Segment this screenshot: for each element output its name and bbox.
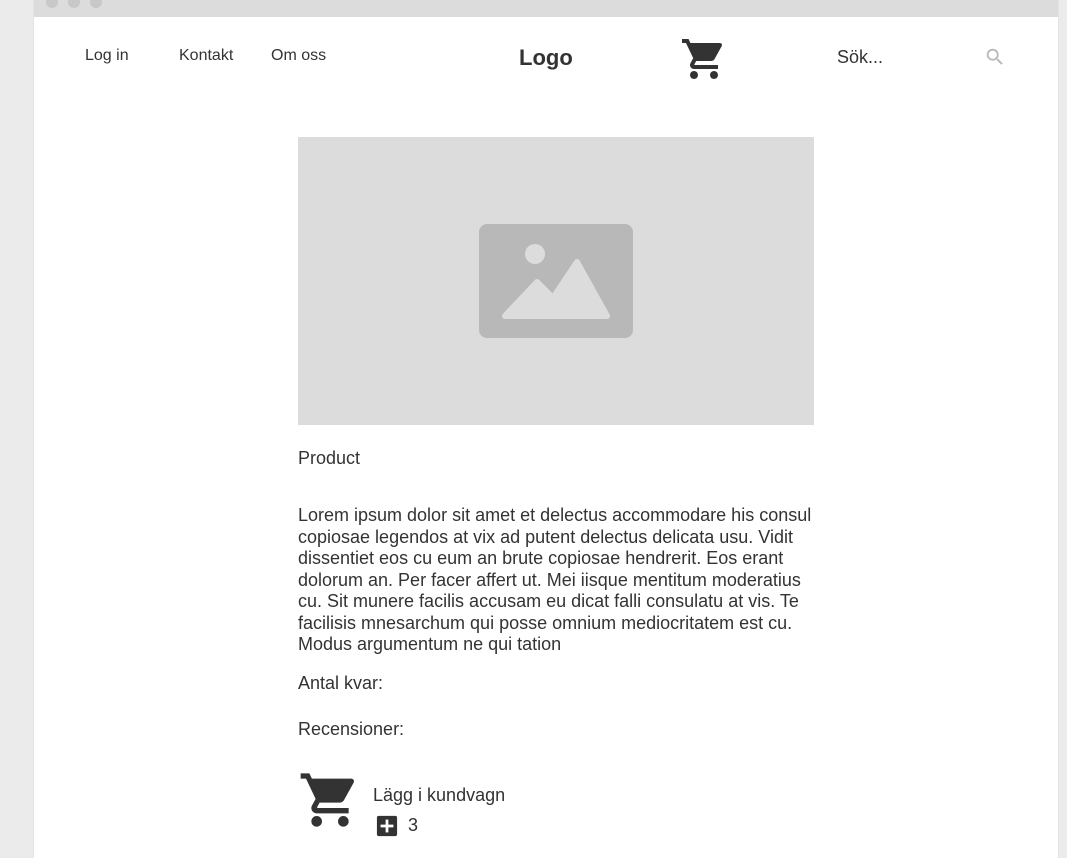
nav-login-link[interactable]: Log in: [85, 47, 129, 65]
product-image: [298, 137, 814, 425]
add-to-cart-button[interactable]: Lägg i kundvagn: [298, 768, 598, 838]
product-title: Product: [298, 448, 361, 468]
add-to-cart-label: Lägg i kundvagn: [373, 785, 506, 805]
window-maximize-button[interactable]: [90, 0, 102, 8]
nav-contact-link[interactable]: Kontakt: [179, 47, 233, 65]
window-close-button[interactable]: [46, 0, 58, 8]
add-to-cart-icon[interactable]: [298, 768, 362, 832]
shopping-cart-icon[interactable]: [680, 35, 728, 83]
window-titlebar: [34, 0, 1058, 17]
stock-label: Antal kvar:: [298, 673, 384, 693]
logo[interactable]: Logo: [519, 45, 573, 71]
reviews-label: Recensioner:: [298, 719, 405, 739]
product-description: Lorem ipsum dolor sit amet et delectus a…: [298, 505, 812, 654]
nav-about-link[interactable]: Om oss: [271, 47, 326, 65]
search-input[interactable]: [831, 43, 977, 71]
plus-icon[interactable]: [376, 815, 398, 837]
quantity-value: 3: [408, 815, 419, 835]
window-minimize-button[interactable]: [68, 0, 80, 8]
browser-window: Log in Kontakt Om oss Logo Product Lorem…: [34, 0, 1058, 858]
search-icon[interactable]: [984, 46, 1006, 68]
image-placeholder-icon: [479, 224, 633, 338]
